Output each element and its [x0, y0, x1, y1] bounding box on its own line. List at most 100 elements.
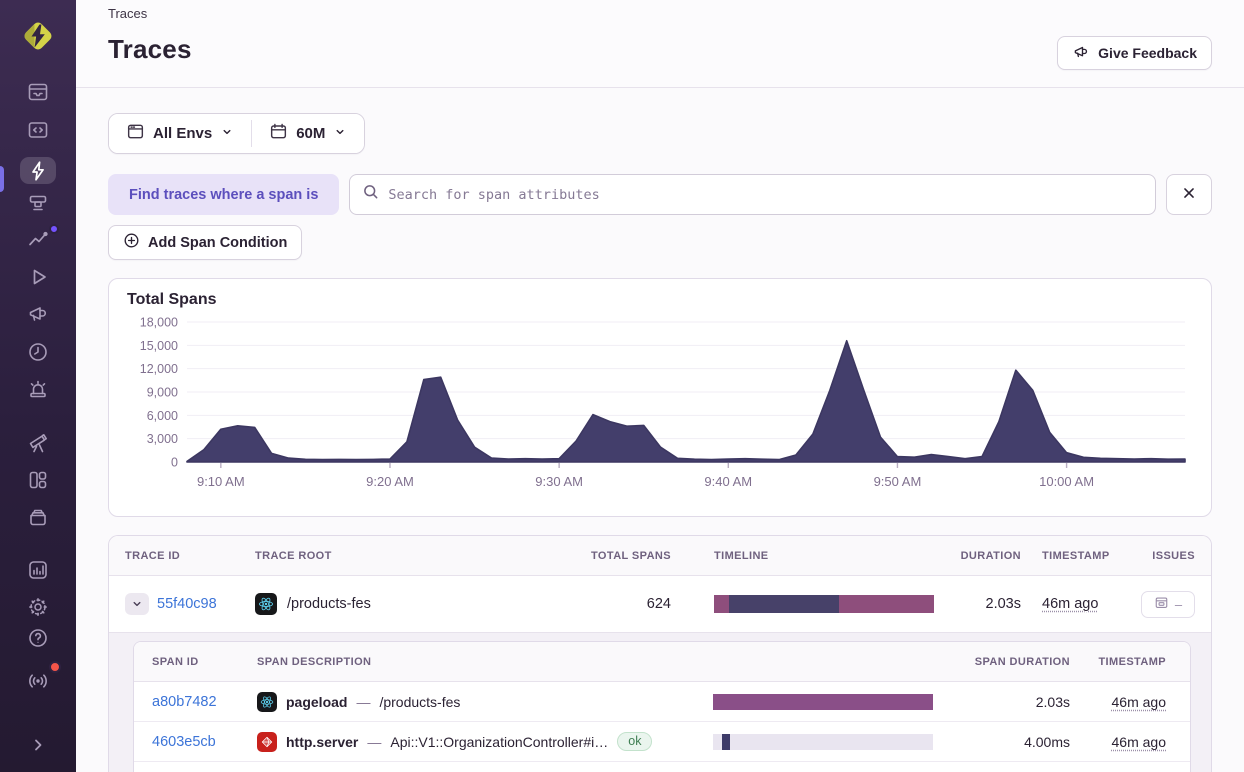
span-row: 4603e5cb http.server — Api::V1::Organiza…: [134, 722, 1190, 762]
megaphone-icon: [1072, 43, 1090, 64]
environment-filter[interactable]: All Envs: [109, 114, 252, 153]
col-issues: ISSUES: [1152, 549, 1195, 562]
span-search-box[interactable]: [349, 174, 1156, 215]
svg-text:3,000: 3,000: [147, 432, 178, 446]
total-spans-value: 624: [646, 596, 671, 612]
sidebar-item-help[interactable]: [20, 621, 56, 655]
span-duration: 4.00ms: [1024, 733, 1070, 750]
total-spans-chart-panel: Total Spans 0 3,000 6,000 9,000 12,000 15,000…: [108, 278, 1212, 517]
trace-context-pill: Find traces where a span is: [108, 174, 340, 215]
col-total-spans: TOTAL SPANS: [591, 549, 671, 562]
span-id-link[interactable]: 4603e5cb: [152, 734, 216, 750]
react-platform-icon: [255, 593, 277, 615]
svg-text:0: 0: [171, 456, 178, 470]
svg-text:15,000: 15,000: [140, 339, 178, 353]
svg-text:6,000: 6,000: [147, 409, 178, 423]
issues-count: –: [1174, 596, 1183, 612]
total-spans-area-chart: 0 3,000 6,000 9,000 12,000 15,000 18,000 9:10 A…: [140, 316, 1186, 489]
span-op: http.server: [286, 733, 359, 750]
col-timestamp: TIMESTAMP: [1042, 549, 1110, 562]
trace-timeline-bar[interactable]: [714, 595, 934, 613]
svg-text:10:00 AM: 10:00 AM: [1039, 474, 1094, 489]
sidebar-item-settings[interactable]: [20, 594, 56, 621]
span-timestamp[interactable]: 46m ago: [1112, 694, 1166, 710]
span-timestamp[interactable]: 46m ago: [1112, 734, 1166, 750]
span-row: a80b7482 pageload — /products-fes 2.03s …: [134, 682, 1190, 722]
date-range-filter[interactable]: 60M: [252, 114, 365, 153]
search-icon: [362, 183, 380, 206]
span-description[interactable]: Api::V1::OrganizationController#i…: [390, 734, 608, 750]
svg-text:9:50 AM: 9:50 AM: [874, 474, 922, 489]
svg-text:9,000: 9,000: [147, 386, 178, 400]
issues-icon: [1154, 595, 1169, 613]
page-title: Traces: [108, 34, 192, 64]
trace-id-link[interactable]: 55f40c98: [157, 596, 217, 612]
svg-text:9:10 AM: 9:10 AM: [197, 474, 245, 489]
add-span-condition-button[interactable]: Add Span Condition: [108, 225, 303, 260]
sidebar: [0, 0, 76, 772]
trace-issues-badge[interactable]: –: [1141, 590, 1195, 618]
span-description[interactable]: /products-fes: [379, 694, 460, 710]
breadcrumb[interactable]: Traces: [108, 4, 1212, 21]
span-duration: 2.03s: [1035, 693, 1070, 710]
trace-timestamp[interactable]: 46m ago: [1042, 596, 1098, 612]
span-table-header: SPAN ID SPAN DESCRIPTION SPAN DURATION T…: [134, 642, 1190, 682]
chevron-down-icon: [333, 125, 347, 143]
search-input[interactable]: [388, 186, 1143, 203]
sidebar-item-stats[interactable]: [20, 557, 56, 584]
traces-table-header: TRACE ID TRACE ROOT TOTAL SPANS TIMELINE…: [109, 536, 1211, 576]
give-feedback-button[interactable]: Give Feedback: [1057, 36, 1212, 70]
active-nav-indicator: [0, 166, 4, 192]
sentry-logo[interactable]: [16, 16, 60, 56]
trace-root-name[interactable]: /products-fes: [287, 596, 371, 612]
sidebar-item-profiling[interactable]: [20, 189, 56, 216]
expanded-trace-zone: SPAN ID SPAN DESCRIPTION SPAN DURATION T…: [109, 632, 1211, 772]
whats-new-notification-dot: [49, 661, 61, 673]
clear-search-button[interactable]: [1166, 174, 1212, 215]
calendar-icon: [269, 122, 288, 145]
svg-text:9:30 AM: 9:30 AM: [535, 474, 583, 489]
span-status-badge: ok: [617, 731, 653, 752]
sidebar-item-whats-new[interactable]: [20, 661, 61, 698]
col-span-duration: SPAN DURATION: [974, 655, 1070, 668]
react-platform-icon: [257, 691, 277, 712]
span-op: pageload: [286, 693, 348, 710]
page-header: Traces Traces Give Feedback: [76, 0, 1244, 88]
sidebar-item-traces[interactable]: [20, 157, 56, 185]
sidebar-item-alerts[interactable]: [20, 375, 56, 402]
separator: —: [356, 693, 371, 710]
collapse-trace-button[interactable]: [125, 593, 149, 615]
col-trace-id: TRACE ID: [125, 549, 181, 562]
insights-notification-dot: [49, 223, 59, 234]
sidebar-collapse-button[interactable]: [20, 728, 56, 762]
span-duration-bar: [713, 733, 933, 750]
plus-circle-icon: [123, 232, 140, 253]
traces-table: TRACE ID TRACE ROOT TOTAL SPANS TIMELINE…: [108, 535, 1212, 772]
span-id-link[interactable]: a80b7482: [152, 694, 217, 710]
svg-text:12,000: 12,000: [140, 362, 178, 376]
col-span-description: SPAN DESCRIPTION: [257, 655, 372, 668]
sidebar-item-replays[interactable]: [20, 264, 56, 291]
svg-text:9:40 AM: 9:40 AM: [704, 474, 752, 489]
sidebar-item-explore[interactable]: [20, 429, 56, 456]
col-span-id: SPAN ID: [152, 655, 199, 668]
chart-title: Total Spans: [127, 291, 217, 308]
window-icon: [126, 122, 145, 145]
clipped-next-row: [134, 762, 1190, 772]
chevron-down-icon: [220, 125, 234, 143]
sidebar-item-insights[interactable]: [20, 223, 59, 253]
sidebar-item-issues[interactable]: [20, 78, 56, 105]
sidebar-item-projects[interactable]: [20, 504, 56, 531]
span-table: SPAN ID SPAN DESCRIPTION SPAN DURATION T…: [133, 641, 1191, 772]
sidebar-item-dashboards[interactable]: [20, 466, 56, 493]
col-span-timestamp: TIMESTAMP: [1098, 655, 1166, 668]
ruby-platform-icon: [257, 731, 277, 752]
close-icon: [1180, 184, 1198, 205]
separator: —: [367, 733, 382, 750]
sidebar-item-releases[interactable]: [20, 338, 56, 365]
span-duration-bar: [713, 693, 933, 710]
sidebar-item-code-project[interactable]: [20, 116, 56, 143]
col-trace-root: TRACE ROOT: [255, 549, 332, 562]
sidebar-item-feedback[interactable]: [20, 301, 56, 328]
col-duration: DURATION: [960, 549, 1021, 562]
